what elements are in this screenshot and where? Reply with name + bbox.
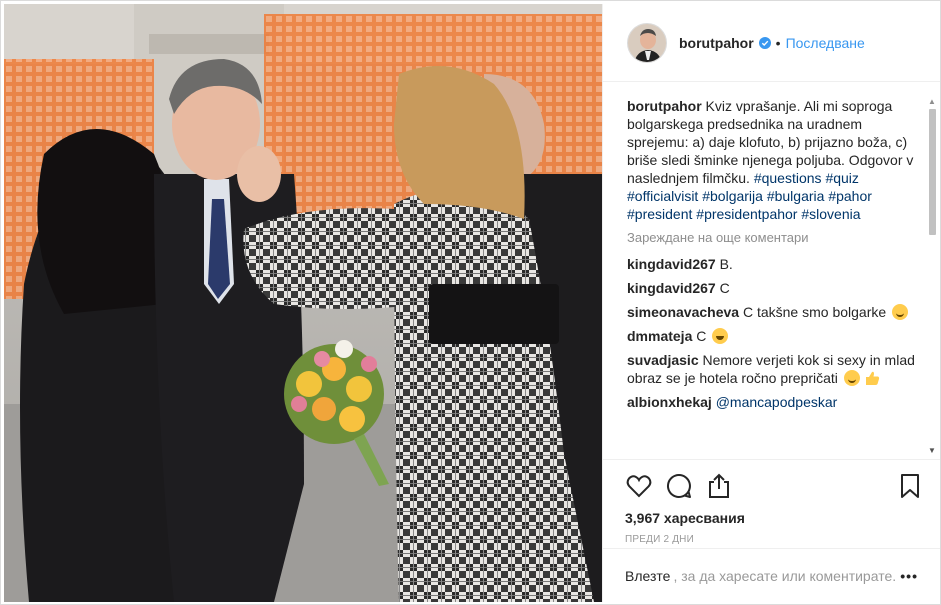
photo-illustration <box>4 4 602 602</box>
post-side-panel: borutpahor • Последване borutpahor Kviz … <box>602 4 940 602</box>
scroll-up-arrow-icon[interactable]: ▲ <box>928 97 936 106</box>
comment: kingdavid267 B. <box>627 255 922 273</box>
hashtag[interactable]: #presidentpahor <box>696 206 797 222</box>
instagram-post-window: borutpahor • Последване borutpahor Kviz … <box>0 0 941 605</box>
hashtag[interactable]: #officialvisit <box>627 188 698 204</box>
follow-button[interactable]: Последване <box>786 35 865 51</box>
heart-icon[interactable] <box>625 472 653 500</box>
comment: suvadjasic Nemore verjeti kok si sexy in… <box>627 351 922 387</box>
post-actions: 3,967 харесвания ПРЕДИ 2 ДНИ <box>603 459 940 545</box>
hashtag[interactable]: #bulgaria <box>767 188 825 204</box>
hashtag[interactable]: #questions <box>754 170 822 186</box>
comment: albionxhekaj @mancapodpeskar <box>627 393 922 411</box>
comment: kingdavid267 C <box>627 279 922 297</box>
comment-text: B. <box>719 256 733 272</box>
verified-icon <box>758 36 771 49</box>
comment-username[interactable]: suvadjasic <box>627 352 699 368</box>
comments-list[interactable]: borutpahor Kviz vprašanje. Ali mi soprog… <box>603 83 940 459</box>
likes-count[interactable]: 3,967 харесвания <box>625 510 924 526</box>
post-caption: borutpahor Kviz vprašanje. Ali mi soprog… <box>627 97 922 223</box>
header-username[interactable]: borutpahor <box>679 35 754 51</box>
avatar-image <box>628 23 666 62</box>
hashtag[interactable]: #bolgarija <box>702 188 763 204</box>
post-photo[interactable] <box>4 4 602 602</box>
comment-mention[interactable]: @mancapodpeskar <box>716 394 838 410</box>
thumbs-up-emoji-icon <box>865 371 879 385</box>
hashtag[interactable]: #quiz <box>825 170 858 186</box>
caption-username[interactable]: borutpahor <box>627 98 702 114</box>
more-options-icon[interactable]: ••• <box>900 568 918 584</box>
separator-dot: • <box>775 34 781 51</box>
comment-username[interactable]: dmmateja <box>627 328 692 344</box>
laughing-emoji-icon <box>712 328 729 344</box>
blush-emoji-icon <box>892 304 909 320</box>
comment: dmmateja C <box>627 327 922 345</box>
login-link[interactable]: Влезте <box>625 568 670 584</box>
blush-emoji-icon <box>843 370 860 386</box>
scrollbar-thumb[interactable] <box>929 109 936 235</box>
comment-username[interactable]: kingdavid267 <box>627 280 716 296</box>
hashtag[interactable]: #president <box>627 206 692 222</box>
login-prompt-text: , за да харесате или коментирате. <box>673 567 897 584</box>
comment-icon[interactable] <box>665 472 693 500</box>
comment-text: C <box>696 328 707 344</box>
post-timestamp[interactable]: ПРЕДИ 2 ДНИ <box>625 534 924 545</box>
login-prompt: Влезте , за да харесате или коментирате.… <box>603 548 940 602</box>
hashtag[interactable]: #slovenia <box>801 206 860 222</box>
share-icon[interactable] <box>705 472 733 500</box>
bookmark-icon[interactable] <box>896 472 924 500</box>
comment-text: C <box>719 280 730 296</box>
comment-username[interactable]: kingdavid267 <box>627 256 716 272</box>
load-more-comments-button[interactable]: Зареждане на още коментари <box>627 229 922 247</box>
action-icons-row <box>625 464 924 508</box>
comment-text: C takšne smo bolgarke <box>742 304 887 320</box>
comment: simeonavacheva C takšne smo bolgarke <box>627 303 922 321</box>
comment-username[interactable]: albionxhekaj <box>627 394 712 410</box>
comments-scrollbar[interactable]: ▲ ▼ <box>927 97 937 455</box>
scroll-down-arrow-icon[interactable]: ▼ <box>928 446 936 455</box>
post-header: borutpahor • Последване <box>603 4 940 82</box>
comment-username[interactable]: simeonavacheva <box>627 304 739 320</box>
avatar[interactable] <box>627 22 667 63</box>
hashtag[interactable]: #pahor <box>828 188 872 204</box>
